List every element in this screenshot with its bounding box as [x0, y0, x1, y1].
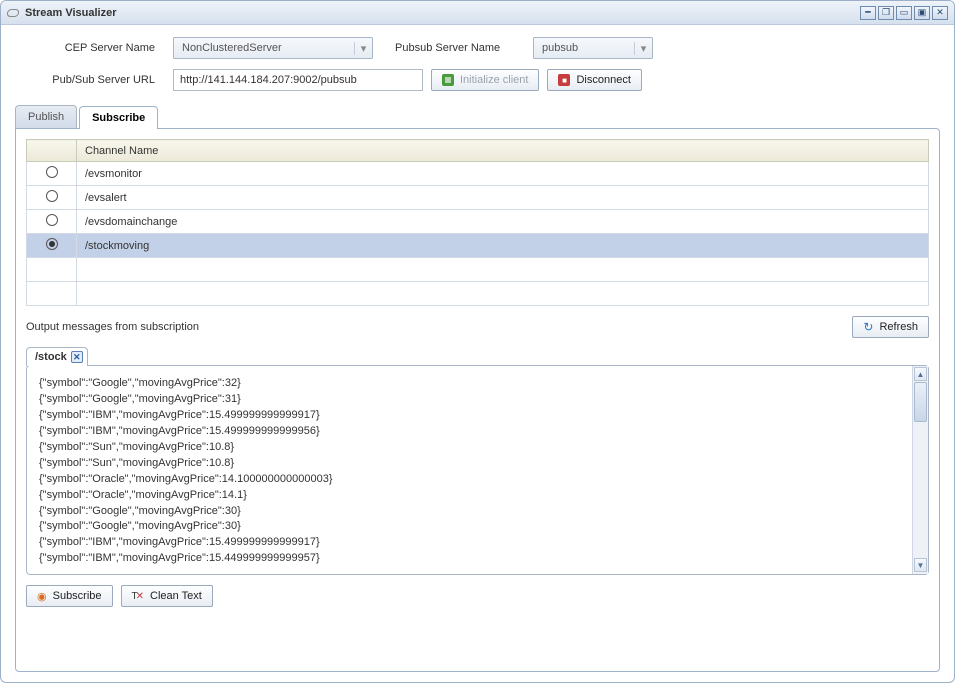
client-icon	[442, 74, 454, 86]
output-tab-label: /stock	[35, 351, 67, 363]
radio-cell[interactable]	[27, 186, 77, 210]
table-row-empty	[27, 258, 929, 282]
main-tabs: Publish Subscribe	[15, 105, 940, 128]
radio-icon[interactable]	[46, 238, 58, 250]
channel-name-cell: /stockmoving	[77, 234, 929, 258]
initialize-client-button: Initialize client	[431, 69, 539, 91]
radio-cell[interactable]	[27, 210, 77, 234]
table-row[interactable]: /evsdomainchange	[27, 210, 929, 234]
tab-publish[interactable]: Publish	[15, 105, 77, 128]
close-tab-icon[interactable]: ✕	[71, 351, 83, 363]
clean-text-button[interactable]: Clean Text	[121, 585, 213, 607]
table-row-empty	[27, 282, 929, 306]
disconnect-button[interactable]: ■ Disconnect	[547, 69, 641, 91]
radio-cell[interactable]	[27, 234, 77, 258]
subscribe-panel: Channel Name /evsmonitor/evsalert/evsdom…	[15, 128, 940, 672]
content-area: CEP Server Name NonClusteredServer ▾ Pub…	[1, 25, 954, 682]
scroll-up-icon[interactable]: ▲	[914, 367, 927, 381]
subscribe-button[interactable]: Subscribe	[26, 585, 113, 607]
scrollbar[interactable]: ▲ ▼	[912, 366, 928, 574]
window-frame: Stream Visualizer ━ ❐ ▭ ▣ ✕ CEP Server N…	[0, 0, 955, 683]
cep-label: CEP Server Name	[15, 42, 155, 54]
scroll-thumb[interactable]	[914, 382, 927, 422]
collapse-icon[interactable]: ▭	[896, 6, 912, 20]
channel-name-cell: /evsalert	[77, 186, 929, 210]
chevron-down-icon: ▾	[354, 42, 368, 55]
pubsub-name-dropdown[interactable]: pubsub ▾	[533, 37, 653, 59]
url-label: Pub/Sub Server URL	[15, 74, 155, 86]
close-icon[interactable]: ✕	[932, 6, 948, 20]
minimize-icon[interactable]: ━	[860, 6, 876, 20]
cep-server-value: NonClusteredServer	[182, 42, 282, 54]
tab-subscribe[interactable]: Subscribe	[79, 106, 158, 129]
refresh-button[interactable]: Refresh	[852, 316, 929, 338]
output-messages-box: {"symbol":"Google","movingAvgPrice":32} …	[26, 365, 929, 575]
chevron-down-icon: ▾	[634, 42, 648, 55]
radio-cell[interactable]	[27, 162, 77, 186]
subscribe-label: Subscribe	[53, 590, 102, 602]
col-channel-name: Channel Name	[77, 140, 929, 162]
subscribe-icon	[37, 590, 47, 603]
disconnect-label: Disconnect	[576, 74, 630, 86]
refresh-label: Refresh	[879, 321, 918, 333]
channel-name-cell: /evsdomainchange	[77, 210, 929, 234]
maximize-icon[interactable]: ▣	[914, 6, 930, 20]
table-row[interactable]: /evsalert	[27, 186, 929, 210]
radio-icon[interactable]	[46, 214, 58, 226]
radio-icon[interactable]	[46, 166, 58, 178]
pubsub-name-label: Pubsub Server Name	[395, 42, 525, 54]
window-controls: ━ ❐ ▭ ▣ ✕	[860, 6, 948, 20]
cep-server-dropdown[interactable]: NonClusteredServer ▾	[173, 37, 373, 59]
window-title: Stream Visualizer	[25, 7, 117, 19]
table-row[interactable]: /stockmoving	[27, 234, 929, 258]
col-select	[27, 140, 77, 162]
refresh-icon	[863, 320, 873, 334]
restore-icon[interactable]: ❐	[878, 6, 894, 20]
pubsub-url-value: http://141.144.184.207:9002/pubsub	[180, 74, 357, 86]
clean-text-label: Clean Text	[150, 590, 202, 602]
output-tab-stock[interactable]: /stock ✕	[26, 347, 88, 366]
output-label: Output messages from subscription	[26, 321, 199, 333]
pubsub-name-value: pubsub	[542, 42, 578, 54]
clean-text-icon	[132, 590, 145, 602]
initialize-client-label: Initialize client	[460, 74, 528, 86]
radio-icon[interactable]	[46, 190, 58, 202]
table-row[interactable]: /evsmonitor	[27, 162, 929, 186]
pubsub-url-input[interactable]: http://141.144.184.207:9002/pubsub	[173, 69, 423, 91]
channel-name-cell: /evsmonitor	[77, 162, 929, 186]
stop-icon: ■	[558, 74, 570, 86]
app-icon	[6, 9, 19, 17]
titlebar: Stream Visualizer ━ ❐ ▭ ▣ ✕	[1, 1, 954, 25]
scroll-down-icon[interactable]: ▼	[914, 558, 927, 572]
channel-table: Channel Name /evsmonitor/evsalert/evsdom…	[26, 139, 929, 306]
output-messages-text[interactable]: {"symbol":"Google","movingAvgPrice":32} …	[27, 366, 912, 574]
